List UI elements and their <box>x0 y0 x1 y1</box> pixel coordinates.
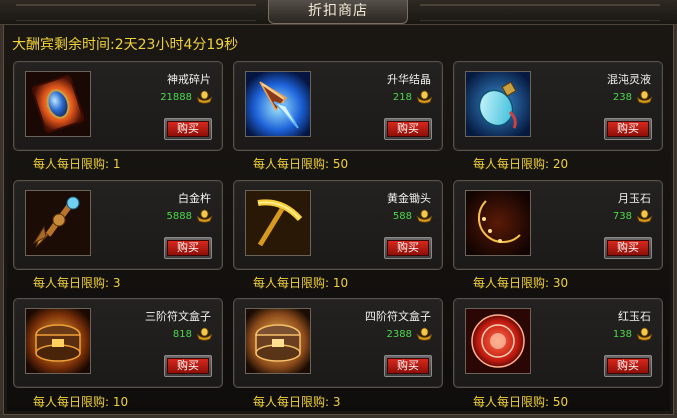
gold-ingot-icon <box>416 326 433 341</box>
item-price: 21888 <box>160 92 192 103</box>
daily-limit-label: 每人每日限购: <box>473 395 550 409</box>
daily-limit-value: 50 <box>552 395 569 409</box>
crystal-cone-icon[interactable] <box>245 71 311 137</box>
gold-ingot-icon <box>416 208 433 223</box>
item-name: 升华结晶 <box>387 73 431 86</box>
daily-limit: 每人每日限购: 10 <box>253 275 348 291</box>
buy-button[interactable]: 购买 <box>604 118 652 140</box>
daily-limit: 每人每日限购: 3 <box>33 275 121 291</box>
daily-limit: 每人每日限购: 50 <box>473 394 568 410</box>
ring-shard-icon[interactable] <box>25 71 91 137</box>
daily-limit-label: 每人每日限购: <box>253 276 330 290</box>
gold-ingot-icon <box>636 208 653 223</box>
daily-limit: 每人每日限购: 50 <box>253 156 348 172</box>
daily-limit: 每人每日限购: 1 <box>33 156 121 172</box>
shop-item-card: 升华结晶 218 购买 <box>233 61 443 151</box>
daily-limit-value: 10 <box>332 276 349 290</box>
daily-limit-value: 10 <box>112 395 129 409</box>
item-name: 红玉石 <box>618 310 651 323</box>
buy-button[interactable]: 购买 <box>384 237 432 259</box>
item-name: 月玉石 <box>618 192 651 205</box>
shop-item-card: 白金杵 5888 购买 <box>13 180 223 270</box>
gold-ingot-icon <box>196 208 213 223</box>
daily-limit-label: 每人每日限购: <box>33 395 110 409</box>
item-name: 神戒碎片 <box>167 73 211 86</box>
item-name: 混沌灵液 <box>607 73 651 86</box>
daily-limit-label: 每人每日限购: <box>253 395 330 409</box>
item-name: 四阶符文盒子 <box>365 310 431 323</box>
shop-item-card: 红玉石 138 购买 <box>453 298 663 388</box>
daily-limit-value: 3 <box>112 276 121 290</box>
item-name: 黄金锄头 <box>387 192 431 205</box>
buy-button[interactable]: 购买 <box>384 355 432 377</box>
daily-limit-label: 每人每日限购: <box>473 276 550 290</box>
sale-countdown: 大酬宾剩余时间:2天23小时4分19秒 <box>12 37 239 53</box>
daily-limit-label: 每人每日限购: <box>473 157 550 171</box>
shop-item-card: 月玉石 738 购买 <box>453 180 663 270</box>
buy-button[interactable]: 购买 <box>164 355 212 377</box>
daily-limit-value: 30 <box>552 276 569 290</box>
buy-button[interactable]: 购买 <box>604 355 652 377</box>
rune-box-icon[interactable] <box>245 308 311 374</box>
daily-limit-value: 50 <box>332 157 349 171</box>
buy-button[interactable]: 购买 <box>164 237 212 259</box>
daily-limit: 每人每日限购: 3 <box>253 394 341 410</box>
gold-ingot-icon <box>636 326 653 341</box>
daily-limit: 每人每日限购: 10 <box>33 394 128 410</box>
gold-ingot-icon <box>196 89 213 104</box>
daily-limit: 每人每日限购: 30 <box>473 275 568 291</box>
shop-item-card: 神戒碎片 21888 购买 <box>13 61 223 151</box>
buy-button[interactable]: 购买 <box>384 118 432 140</box>
pickaxe-icon[interactable] <box>245 190 311 256</box>
item-price: 738 <box>612 211 632 222</box>
window-title: 折扣商店 <box>268 0 408 24</box>
item-name: 三阶符文盒子 <box>145 310 211 323</box>
shop-item-card: 混沌灵液 238 购买 <box>453 61 663 151</box>
title-ornament-right <box>420 4 660 21</box>
crescent-moon-icon[interactable] <box>465 190 531 256</box>
shop-item-card: 黄金锄头 588 购买 <box>233 180 443 270</box>
item-price: 588 <box>392 211 412 222</box>
buy-button[interactable]: 购买 <box>164 118 212 140</box>
item-price: 2388 <box>386 329 412 340</box>
gold-ingot-icon <box>636 89 653 104</box>
red-jade-disc-icon[interactable] <box>465 308 531 374</box>
title-ornament-left <box>16 4 256 21</box>
item-price: 138 <box>612 329 632 340</box>
gold-ingot-icon <box>416 89 433 104</box>
shop-item-card: 三阶符文盒子 818 购买 <box>13 298 223 388</box>
daily-limit-label: 每人每日限购: <box>33 157 110 171</box>
daily-limit-value: 20 <box>552 157 569 171</box>
vajra-pestle-icon[interactable] <box>25 190 91 256</box>
item-name: 白金杵 <box>178 192 211 205</box>
item-price: 818 <box>172 329 192 340</box>
title-bar: 折扣商店 <box>0 0 677 25</box>
buy-button[interactable]: 购买 <box>604 237 652 259</box>
gold-ingot-icon <box>196 326 213 341</box>
shop-item-card: 四阶符文盒子 2388 购买 <box>233 298 443 388</box>
potion-bottle-icon[interactable] <box>465 71 531 137</box>
item-price: 218 <box>392 92 412 103</box>
item-price: 238 <box>612 92 632 103</box>
rune-box-icon[interactable] <box>25 308 91 374</box>
daily-limit-label: 每人每日限购: <box>33 276 110 290</box>
daily-limit-value: 1 <box>112 157 121 171</box>
daily-limit-value: 3 <box>332 395 341 409</box>
item-price: 5888 <box>166 211 192 222</box>
daily-limit-label: 每人每日限购: <box>253 157 330 171</box>
daily-limit: 每人每日限购: 20 <box>473 156 568 172</box>
